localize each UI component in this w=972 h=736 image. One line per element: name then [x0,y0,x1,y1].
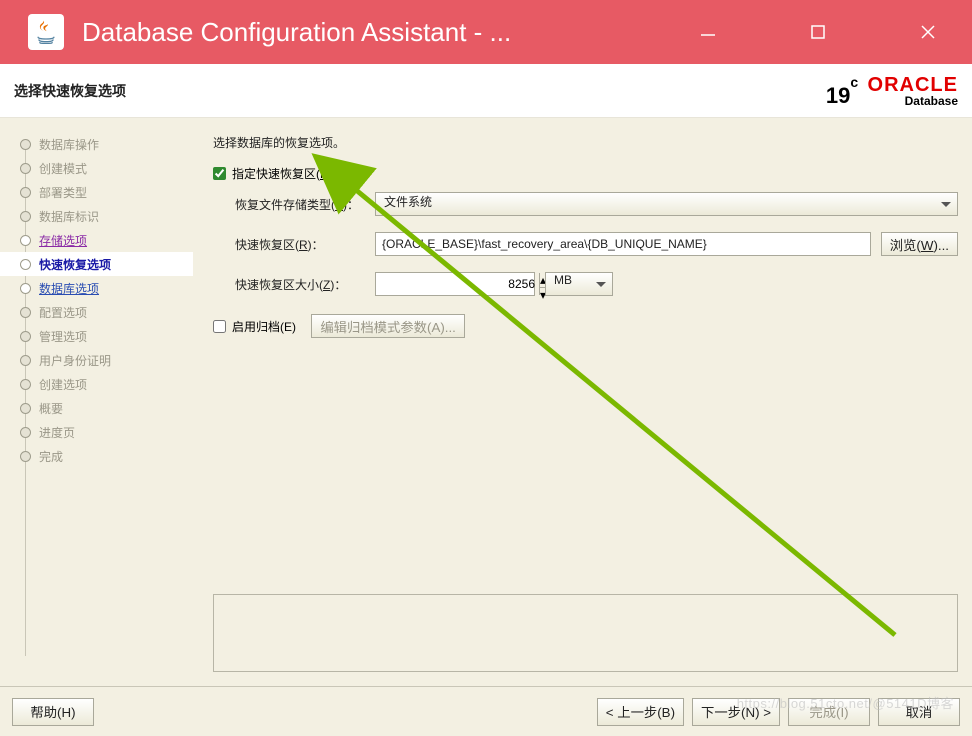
specify-fra-label: 指定快速恢复区(F) [232,165,331,182]
main-body: 数据库操作创建模式部署类型数据库标识存储选项快速恢复选项数据库选项配置选项管理选… [0,118,972,686]
sidebar-step-5[interactable]: 快速恢复选项 [0,252,193,276]
window-title: Database Configuration Assistant - ... [82,17,688,48]
sidebar-step-12: 进度页 [20,420,185,444]
step-bullet-icon [20,355,31,366]
step-bullet-icon [20,235,31,246]
storage-type-label: 恢复文件存储类型(S)： [235,196,365,213]
database-wordmark: Database [868,95,958,107]
sidebar-step-6[interactable]: 数据库选项 [20,276,185,300]
edit-archive-params-button: 编辑归档模式参数(A)... [311,314,465,338]
finish-button: 完成(I) [788,698,870,726]
storage-type-value: 文件系统 [384,195,432,209]
fra-size-row: 快速恢复区大小(Z)： ▴ ▾ MB [235,272,958,296]
version-number: 19 [826,83,850,108]
enable-archive-label: 启用归档(E) [232,318,296,335]
sidebar-step-8: 管理选项 [20,324,185,348]
step-label: 创建模式 [39,160,87,177]
step-label: 配置选项 [39,304,87,321]
step-bullet-icon [20,259,31,270]
step-label: 创建选项 [39,376,87,393]
maximize-button[interactable] [798,12,838,52]
close-button[interactable] [908,12,948,52]
step-label: 概要 [39,400,63,417]
step-label: 快速恢复选项 [39,256,111,273]
sidebar-step-4[interactable]: 存储选项 [20,228,185,252]
fra-size-unit-select[interactable]: MB [545,272,613,296]
browse-button[interactable]: 浏览(W)... [881,232,958,256]
step-label: 管理选项 [39,328,87,345]
fra-form: 恢复文件存储类型(S)： 文件系统 快速恢复区(R)： 浏览(W)... 快速恢… [235,192,958,296]
wizard-sidebar: 数据库操作创建模式部署类型数据库标识存储选项快速恢复选项数据库选项配置选项管理选… [0,118,193,686]
sidebar-step-10: 创建选项 [20,372,185,396]
instruction-text: 选择数据库的恢复选项。 [213,134,958,151]
oracle-wordmark: ORACLE [868,75,958,95]
step-bullet-icon [20,451,31,462]
step-bullet-icon [20,187,31,198]
content-pane: 选择数据库的恢复选项。 指定快速恢复区(F) 恢复文件存储类型(S)： 文件系统… [193,118,972,686]
step-bullet-icon [20,307,31,318]
step-bullet-icon [20,379,31,390]
specify-fra-checkbox[interactable] [213,167,226,180]
next-button[interactable]: 下一步(N) > [692,698,780,726]
fra-size-unit-value: MB [554,273,572,287]
sidebar-step-2: 部署类型 [20,180,185,204]
version-sup: c [850,74,858,90]
step-bullet-icon [20,331,31,342]
step-bullet-icon [20,403,31,414]
titlebar: Database Configuration Assistant - ... [0,0,972,64]
step-bullet-icon [20,283,31,294]
step-bullet-icon [20,211,31,222]
fra-location-label: 快速恢复区(R)： [235,236,365,253]
sidebar-step-11: 概要 [20,396,185,420]
oracle-logo: 19c ORACLE Database [826,75,958,107]
back-button[interactable]: < 上一步(B) [597,698,684,726]
storage-type-row: 恢复文件存储类型(S)： 文件系统 [235,192,958,216]
storage-type-select[interactable]: 文件系统 [375,192,958,216]
step-label: 完成 [39,448,63,465]
window-controls [688,12,948,52]
step-label: 数据库操作 [39,136,99,153]
sidebar-step-13: 完成 [20,444,185,468]
step-bullet-icon [20,139,31,150]
archive-row: 启用归档(E) 编辑归档模式参数(A)... [213,314,958,338]
step-label: 数据库选项 [39,280,99,297]
sidebar-step-9: 用户身份证明 [20,348,185,372]
step-label: 数据库标识 [39,208,99,225]
sidebar-step-3: 数据库标识 [20,204,185,228]
specify-fra-row: 指定快速恢复区(F) [213,165,958,182]
step-label: 进度页 [39,424,75,441]
help-button[interactable]: 帮助(H) [12,698,94,726]
fra-location-input[interactable] [375,232,871,256]
step-label: 用户身份证明 [39,352,111,369]
sidebar-step-7: 配置选项 [20,300,185,324]
enable-archive-checkbox[interactable] [213,320,226,333]
step-label: 存储选项 [39,232,87,249]
sidebar-step-1: 创建模式 [20,156,185,180]
fra-size-spinner[interactable]: ▴ ▾ [375,272,535,296]
java-icon [28,14,64,50]
fra-size-label: 快速恢复区大小(Z)： [235,276,365,293]
status-area [213,594,958,672]
cancel-button[interactable]: 取消 [878,698,960,726]
step-bullet-icon [20,427,31,438]
step-label: 部署类型 [39,184,87,201]
sidebar-step-0: 数据库操作 [20,132,185,156]
fra-size-input[interactable] [376,277,539,291]
minimize-button[interactable] [688,12,728,52]
page-title: 选择快速恢复选项 [14,81,126,101]
step-bullet-icon [20,163,31,174]
fra-location-row: 快速恢复区(R)： 浏览(W)... [235,232,958,256]
header: 选择快速恢复选项 19c ORACLE Database [0,64,972,118]
footer: 帮助(H) < 上一步(B) 下一步(N) > 完成(I) 取消 [0,686,972,736]
